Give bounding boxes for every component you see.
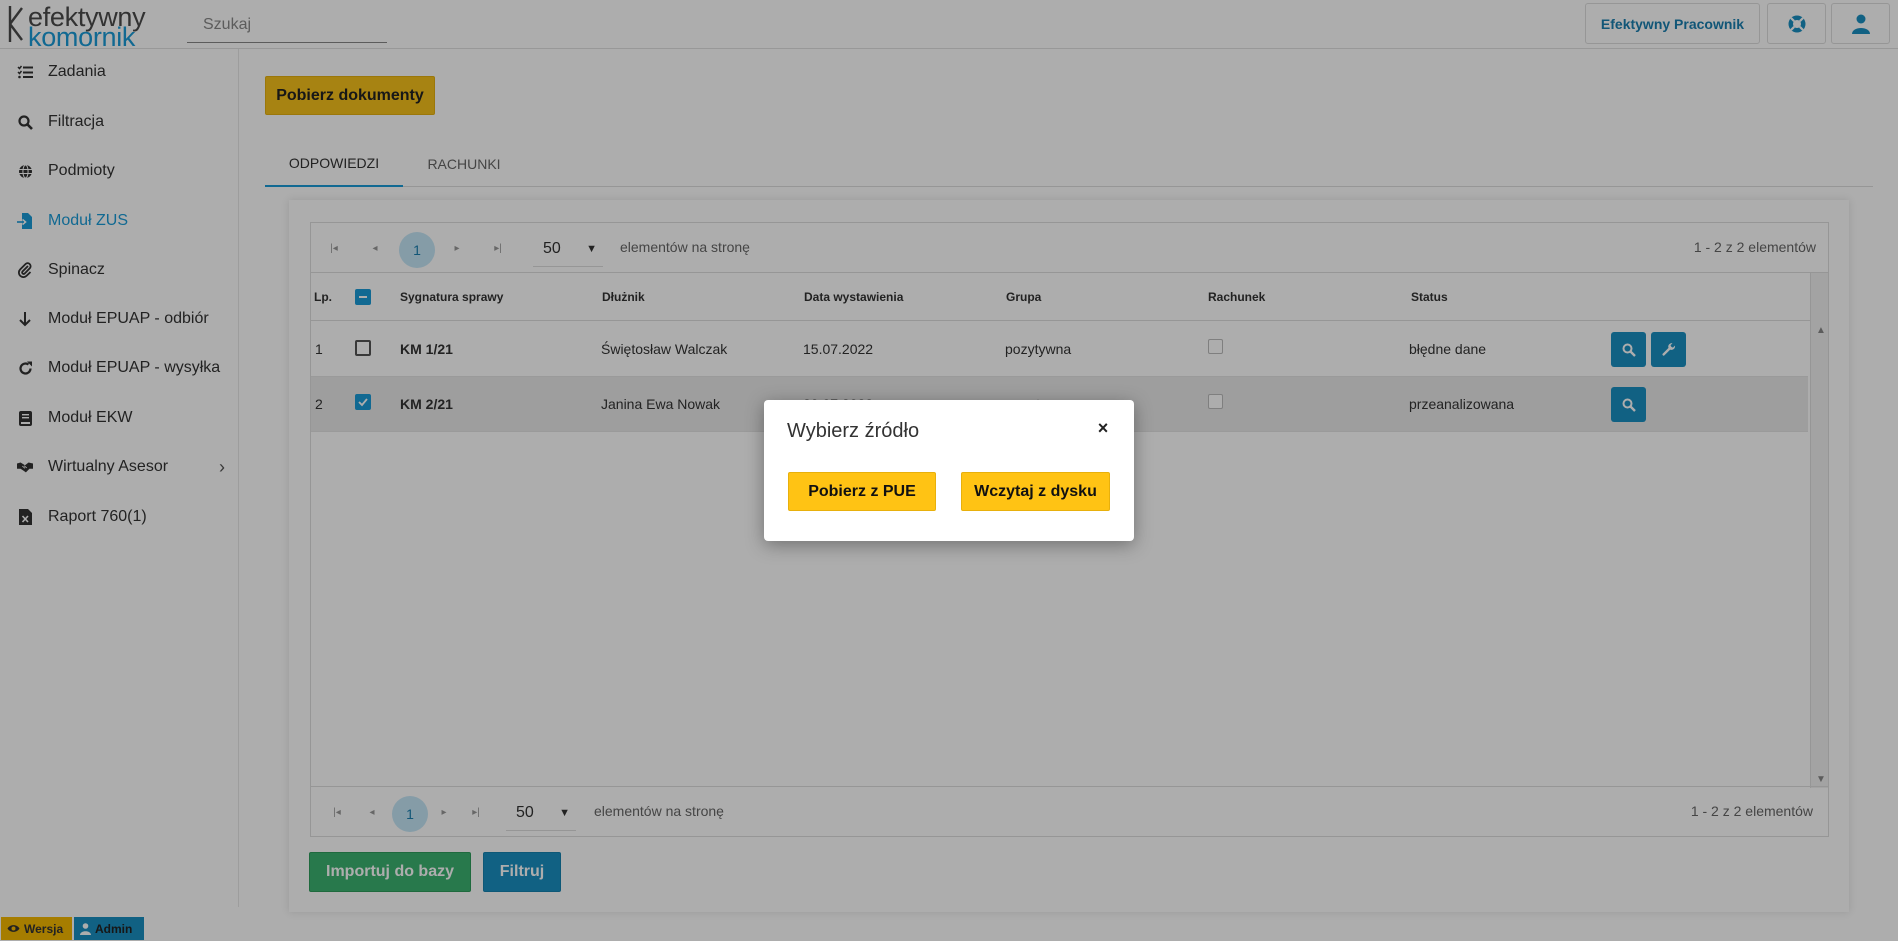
download-from-pue-button[interactable]: Pobierz z PUE: [788, 472, 936, 511]
choose-source-dialog: Wybierz źródło × Pobierz z PUE Wczytaj z…: [764, 400, 1134, 541]
dialog-title: Wybierz źródło: [787, 420, 920, 442]
close-icon[interactable]: ×: [1095, 419, 1111, 437]
load-from-disk-button[interactable]: Wczytaj z dysku: [961, 472, 1110, 511]
